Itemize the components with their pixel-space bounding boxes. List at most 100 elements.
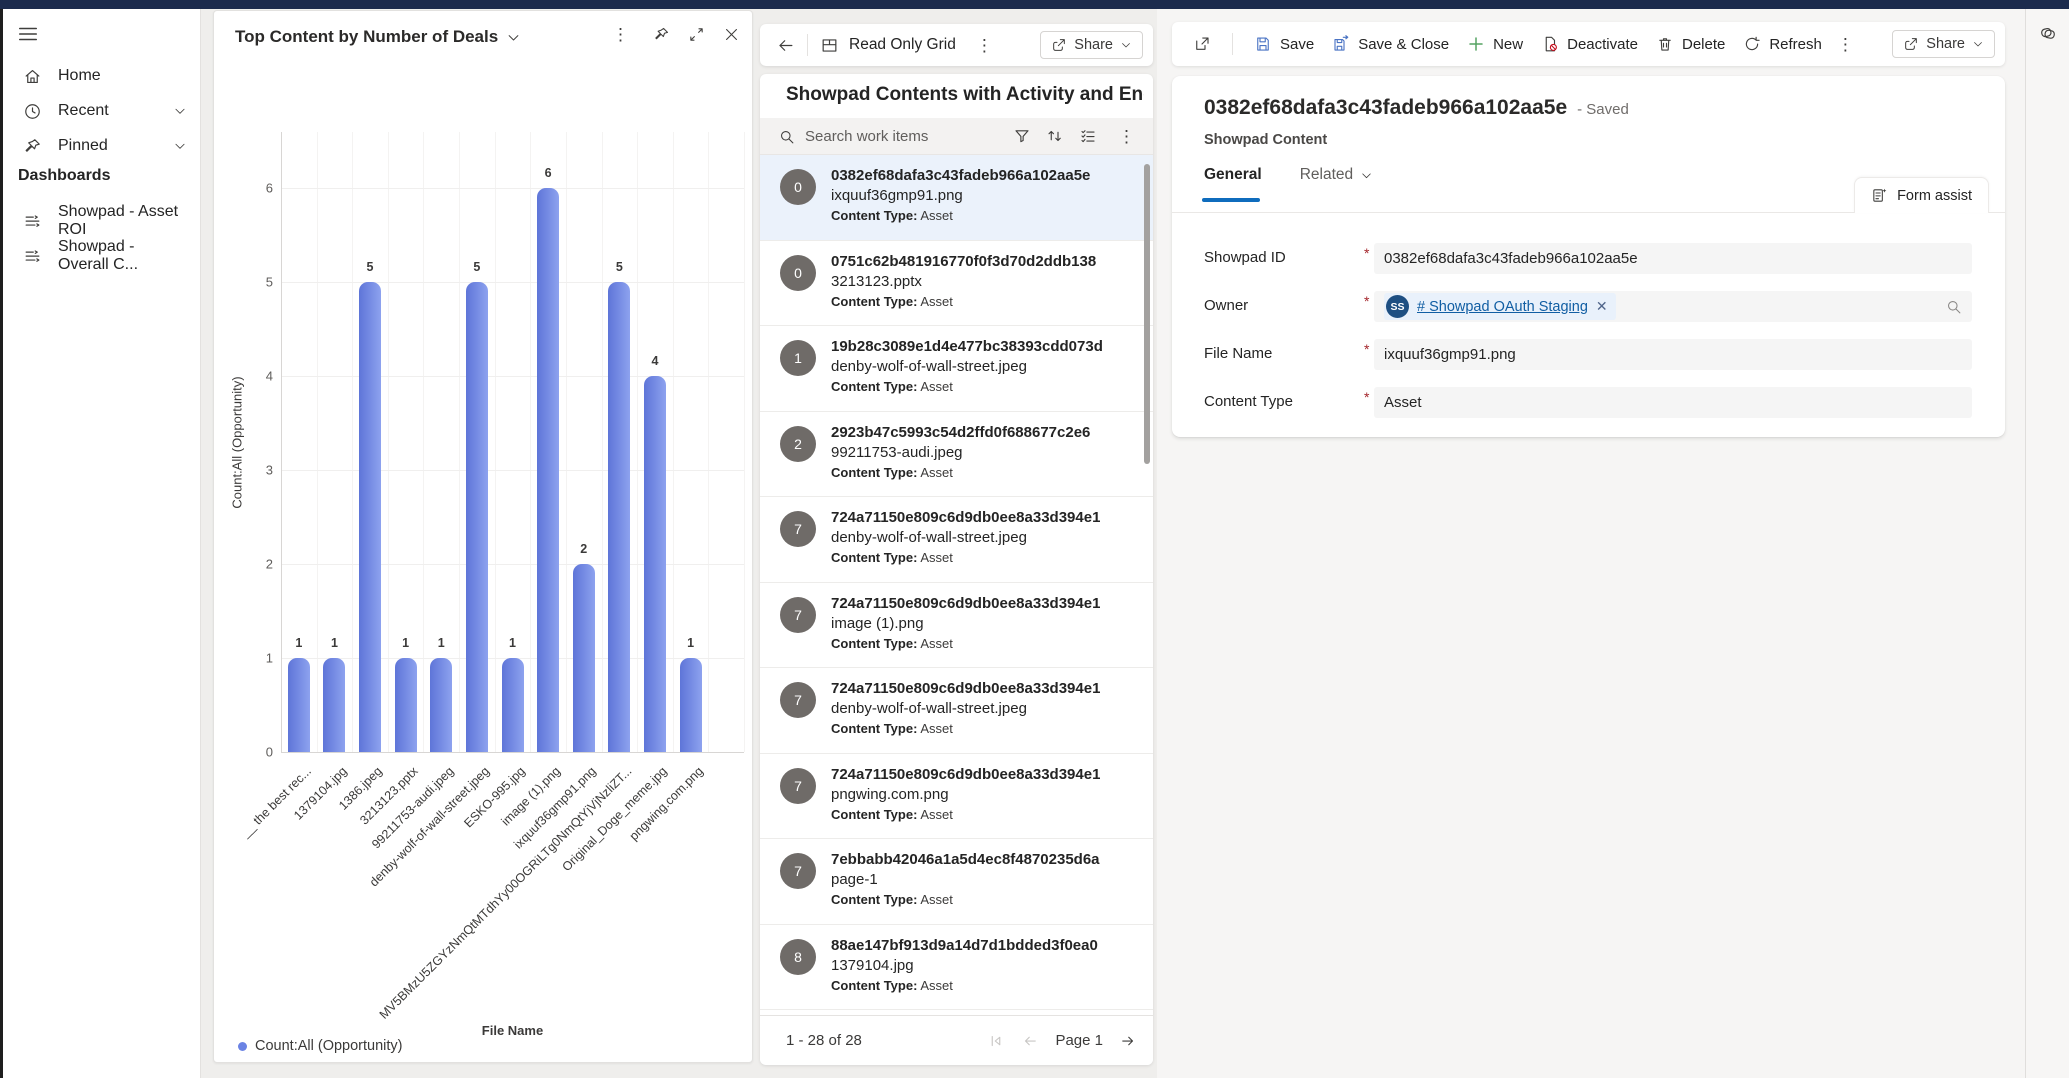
list-item-title: 2923b47c5993c54d2ffd0f688677c2e6 — [831, 424, 1090, 441]
bar[interactable] — [288, 658, 310, 752]
save-button[interactable]: Save — [1245, 29, 1323, 59]
list-item[interactable]: 7 724a71150e809c6d9db0ee8a33d394e1 denby… — [760, 497, 1153, 583]
delete-button[interactable]: Delete — [1647, 29, 1734, 59]
bar[interactable] — [502, 658, 524, 752]
owner-pill[interactable]: SS # Showpad OAuth Staging ✕ — [1384, 293, 1616, 320]
deactivate-button[interactable]: Deactivate — [1532, 29, 1647, 59]
grid-more-options-icon[interactable]: ⋮ — [1112, 128, 1141, 145]
sidebar-item-label: Home — [58, 67, 187, 85]
bar-value-label: 1 — [402, 636, 409, 650]
y-axis-title: Count:All (Opportunity) — [230, 243, 245, 643]
list-item[interactable]: 0 0382ef68dafa3c43fadeb966a102aa5e ixquu… — [760, 155, 1153, 241]
legend-item[interactable]: Count:All (Opportunity) — [238, 1038, 402, 1054]
list-item[interactable]: 2 2923b47c5993c54d2ffd0f688677c2e6 99211… — [760, 412, 1153, 498]
sidebar-item-dashboard-overall[interactable]: Showpad - Overall C... — [3, 239, 201, 273]
content-type-input[interactable]: Asset — [1374, 387, 1972, 418]
back-arrow-icon[interactable] — [776, 36, 795, 55]
save-close-label: Save & Close — [1358, 36, 1449, 53]
bar[interactable] — [359, 282, 381, 752]
bar[interactable] — [644, 376, 666, 752]
bar[interactable] — [430, 658, 452, 752]
popout-icon — [1193, 35, 1211, 53]
field-file-name: File Name * ixquuf36gmp91.png — [1204, 339, 1974, 370]
bar[interactable] — [466, 282, 488, 752]
form-assist-button[interactable]: Form assist — [1854, 177, 1989, 213]
sidebar-item-recent[interactable]: Recent — [3, 94, 201, 128]
chevron-down-icon[interactable] — [173, 104, 187, 118]
new-label: New — [1493, 36, 1523, 53]
refresh-icon — [1743, 35, 1761, 53]
first-page-button[interactable] — [987, 1031, 1005, 1049]
list-item[interactable]: 7 724a71150e809c6d9db0ee8a33d394e1 pngwi… — [760, 754, 1153, 840]
tab-general[interactable]: General — [1204, 166, 1262, 184]
file-name-input[interactable]: ixquuf36gmp91.png — [1374, 339, 1972, 370]
list-scrollbar[interactable] — [1144, 164, 1150, 464]
grid-view-icon[interactable] — [820, 36, 839, 55]
copilot-button[interactable] — [2038, 23, 2058, 43]
new-button[interactable]: New — [1458, 29, 1532, 59]
list-item-title: 724a71150e809c6d9db0ee8a33d394e1 — [831, 595, 1100, 612]
bar[interactable] — [573, 564, 595, 752]
bar[interactable] — [608, 282, 630, 752]
list-item[interactable]: 1 19b28c3089e1d4e477bc38393cdd073d denby… — [760, 326, 1153, 412]
column-options-icon[interactable] — [1079, 127, 1097, 145]
field-showpad-id: Showpad ID * 0382ef68dafa3c43fadeb966a10… — [1204, 243, 1974, 274]
deal-count-badge: 2 — [780, 426, 816, 462]
list-item[interactable]: 7 7ebbabb42046a1a5d4ec8f4870235d6a page-… — [760, 839, 1153, 925]
list-item[interactable]: 7 724a71150e809c6d9db0ee8a33d394e1 image… — [760, 583, 1153, 669]
list-item[interactable]: 0 0751c62b481916770f0f3d70d2ddb138 32131… — [760, 241, 1153, 327]
remove-owner-icon[interactable]: ✕ — [1596, 298, 1608, 315]
refresh-label: Refresh — [1769, 36, 1822, 53]
showpad-id-input[interactable]: 0382ef68dafa3c43fadeb966a102aa5e — [1374, 243, 1972, 274]
bar-value-label: 6 — [545, 166, 552, 180]
top-navigation-bar — [0, 0, 2069, 9]
chevron-down-icon[interactable] — [173, 139, 187, 153]
required-asterisk: * — [1364, 341, 1369, 357]
field-value: ixquuf36gmp91.png — [1384, 346, 1516, 363]
hamburger-menu-button[interactable] — [17, 23, 43, 49]
gridline — [281, 376, 744, 377]
list-item-subtitle: pngwing.com.png — [831, 786, 1100, 803]
lookup-search-icon[interactable] — [1945, 298, 1962, 315]
bar-value-label: 2 — [580, 542, 587, 556]
bar[interactable] — [395, 658, 417, 752]
deal-count-badge: 7 — [780, 511, 816, 547]
next-page-button[interactable] — [1119, 1031, 1137, 1049]
owner-lookup-field[interactable]: SS # Showpad OAuth Staging ✕ — [1374, 291, 1972, 322]
bar[interactable] — [680, 658, 702, 752]
bar[interactable] — [323, 658, 345, 752]
list-item[interactable]: 8 88ae147bf913d9a14d7d1bdded3f0ea0 13791… — [760, 925, 1153, 1011]
list-item-subtitle: 3213123.pptx — [831, 273, 1096, 290]
previous-page-button[interactable] — [1021, 1031, 1039, 1049]
y-axis-tick: 1 — [239, 651, 273, 666]
sort-icon[interactable] — [1046, 127, 1064, 145]
copilot-rail — [2025, 9, 2069, 1078]
sidebar-item-pinned[interactable]: Pinned — [3, 129, 201, 163]
bar-value-label: 5 — [367, 260, 374, 274]
popout-button[interactable] — [1184, 29, 1220, 59]
gridline — [281, 188, 744, 189]
list-item-meta: Content Type: Asset — [831, 294, 1096, 309]
record-list: 0 0382ef68dafa3c43fadeb966a102aa5e ixquu… — [760, 155, 1153, 1010]
bar[interactable] — [537, 188, 559, 752]
list-item[interactable]: 7 724a71150e809c6d9db0ee8a33d394e1 denby… — [760, 668, 1153, 754]
view-selector-label[interactable]: Read Only Grid — [849, 36, 956, 54]
refresh-button[interactable]: Refresh — [1734, 29, 1831, 59]
delete-label: Delete — [1682, 36, 1725, 53]
command-bar-more-options-icon[interactable]: ⋮ — [1831, 36, 1860, 53]
previous-page-icon — [1021, 1032, 1039, 1050]
grid-share-button[interactable]: Share — [1040, 31, 1143, 59]
sidebar-item-dashboard-asset-roi[interactable]: Showpad - Asset ROI — [3, 204, 201, 238]
sidebar-item-home[interactable]: Home — [3, 59, 201, 93]
filter-icon[interactable] — [1013, 127, 1031, 145]
view-more-options-icon[interactable]: ⋮ — [970, 37, 999, 54]
record-share-button[interactable]: Share — [1892, 30, 1995, 58]
list-item-title: 0382ef68dafa3c43fadeb966a102aa5e — [831, 167, 1090, 184]
deal-count-badge: 7 — [780, 597, 816, 633]
owner-link[interactable]: # Showpad OAuth Staging — [1417, 299, 1588, 315]
save-and-close-button[interactable]: Save & Close — [1323, 29, 1458, 59]
bar-value-label: 5 — [616, 260, 623, 274]
search-input[interactable] — [805, 128, 1013, 145]
tab-related[interactable]: Related — [1300, 166, 1373, 184]
bar-value-label: 1 — [438, 636, 445, 650]
